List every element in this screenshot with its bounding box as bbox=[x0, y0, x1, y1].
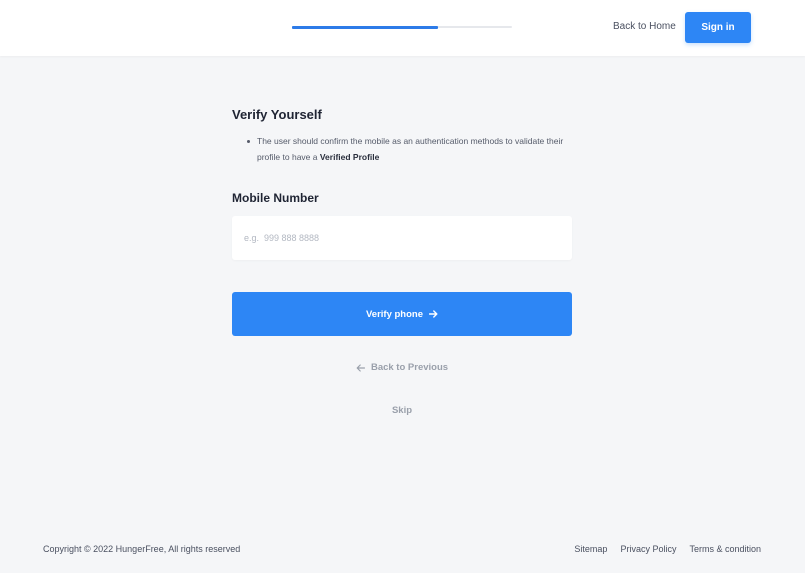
back-to-previous-label: Back to Previous bbox=[370, 362, 449, 373]
progress-bar bbox=[292, 25, 512, 29]
privacy-policy-link[interactable]: Privacy Policy bbox=[620, 544, 676, 554]
page-title: Verify Yourself bbox=[232, 107, 322, 122]
sitemap-link[interactable]: Sitemap bbox=[574, 544, 607, 554]
copyright-text: Copyright © 2022 HungerFree, All rights … bbox=[43, 544, 241, 554]
skip-link[interactable]: Skip bbox=[232, 405, 572, 416]
verified-profile-text: Verified Profile bbox=[319, 152, 380, 162]
verify-phone-label: Verify phone bbox=[365, 308, 423, 320]
verify-phone-button[interactable]: Verify phone bbox=[232, 292, 572, 336]
instructions-list: The user should confirm the mobile as an… bbox=[247, 133, 577, 165]
back-to-home-link[interactable]: Back to Home bbox=[613, 21, 676, 33]
instruction-text: The user should confirm the mobile as an… bbox=[257, 136, 564, 162]
footer-links: Sitemap Privacy Policy Terms & condition bbox=[574, 544, 761, 554]
mobile-number-input[interactable] bbox=[232, 216, 572, 260]
terms-link[interactable]: Terms & condition bbox=[689, 544, 761, 554]
progress-bar-fill bbox=[292, 25, 439, 29]
arrow-right-icon bbox=[429, 310, 438, 318]
sign-in-button[interactable]: Sign in bbox=[685, 12, 751, 43]
mobile-number-label: Mobile Number bbox=[232, 191, 319, 205]
back-to-previous-link[interactable]: Back to Previous bbox=[232, 362, 572, 373]
top-header: Back to Home Sign in bbox=[0, 0, 805, 56]
instruction-item: The user should confirm the mobile as an… bbox=[247, 133, 577, 165]
arrow-left-icon bbox=[356, 363, 365, 372]
